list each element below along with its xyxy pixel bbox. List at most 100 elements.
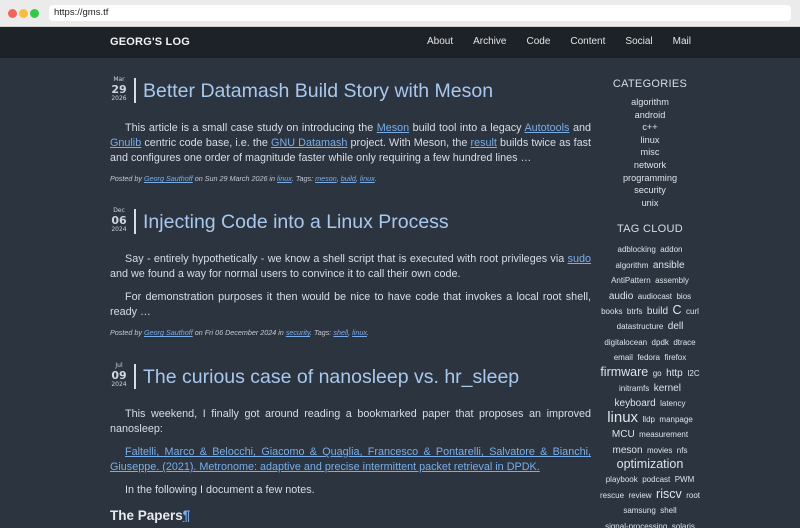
tag-cloud-link[interactable]: go: [653, 369, 662, 378]
tag-cloud-link[interactable]: linux: [607, 409, 638, 426]
tag-cloud-link[interactable]: optimization: [617, 457, 684, 471]
paragraph-text: In the following I document a few notes.: [125, 484, 315, 496]
nav-link-mail[interactable]: Mail: [673, 27, 691, 57]
tag-cloud-link[interactable]: datastructure: [617, 322, 664, 331]
author-link[interactable]: Georg Sauthoff: [144, 328, 193, 337]
tag-cloud-link[interactable]: MCU: [612, 429, 635, 440]
category-link[interactable]: unix: [600, 197, 700, 210]
nav-link-social[interactable]: Social: [625, 27, 652, 57]
category-link[interactable]: linux: [277, 174, 292, 183]
tag-cloud-link[interactable]: C: [673, 303, 682, 317]
inline-link[interactable]: Faltelli, Marco & Belocchi, Giacomo & Qu…: [110, 446, 591, 473]
tag-cloud-link[interactable]: root: [686, 491, 700, 500]
tag-link[interactable]: build: [341, 174, 356, 183]
category-link[interactable]: c++: [600, 121, 700, 134]
tag-cloud-link[interactable]: initramfs: [619, 384, 649, 393]
tag-cloud-link[interactable]: manpage: [659, 415, 692, 424]
address-bar[interactable]: https://gms.tf: [49, 5, 791, 21]
tag-cloud-link[interactable]: algorithm: [615, 261, 648, 270]
tag-cloud-link[interactable]: review: [628, 491, 651, 500]
author-link[interactable]: Georg Sauthoff: [144, 174, 193, 183]
category-link[interactable]: network: [600, 159, 700, 172]
tag-cloud-link[interactable]: build: [647, 306, 668, 317]
tag-link[interactable]: meson: [315, 174, 337, 183]
tag-link[interactable]: linux: [352, 328, 367, 337]
tag-cloud-link[interactable]: firefox: [664, 353, 686, 362]
tag-cloud-link[interactable]: shell: [660, 506, 676, 515]
post-date-day: 06: [111, 214, 127, 227]
close-window-icon[interactable]: [8, 9, 17, 18]
tag-cloud-link[interactable]: firmware: [600, 365, 648, 379]
post-summary: For demonstration purposes it then would…: [110, 290, 591, 320]
tag-cloud-link[interactable]: lldp: [643, 415, 655, 424]
inline-link[interactable]: sudo: [568, 253, 591, 265]
tag-cloud-link[interactable]: latency: [660, 399, 685, 408]
tag-cloud-link[interactable]: btrfs: [627, 307, 643, 316]
nav-link-content[interactable]: Content: [570, 27, 605, 57]
nav-link-code[interactable]: Code: [526, 27, 550, 57]
tag-cloud-link[interactable]: rescue: [600, 491, 624, 500]
tag-cloud-link[interactable]: measurement: [639, 430, 688, 439]
site-brand[interactable]: GEORG'S LOG: [110, 27, 190, 57]
paragraph-text: This weekend, I finally got around readi…: [110, 408, 591, 435]
category-link[interactable]: programming: [600, 172, 700, 185]
tag-link[interactable]: shell: [333, 328, 348, 337]
tag-cloud-link[interactable]: meson: [613, 445, 643, 456]
permalink-icon[interactable]: ¶: [183, 508, 191, 523]
tag-cloud-link[interactable]: addon: [660, 245, 682, 254]
maximize-window-icon[interactable]: [30, 9, 39, 18]
tag-cloud-link[interactable]: email: [614, 353, 633, 362]
tag-cloud-link[interactable]: curl: [686, 307, 699, 316]
inline-link[interactable]: Meson: [377, 122, 409, 134]
tag-cloud-link[interactable]: dell: [668, 321, 684, 332]
nav-link-about[interactable]: About: [427, 27, 453, 57]
paragraph-text: and: [569, 122, 591, 134]
category-link[interactable]: security: [286, 328, 310, 337]
tag-cloud-link[interactable]: podcast: [642, 475, 670, 484]
inline-link[interactable]: GNU Datamash: [271, 137, 347, 149]
tag-cloud-link[interactable]: fedora: [637, 353, 660, 362]
tag-cloud-link[interactable]: audiocast: [638, 292, 672, 301]
meta-text: Posted by: [110, 328, 144, 337]
tag-cloud-link[interactable]: signal-processing: [605, 522, 667, 528]
tag-cloud-link[interactable]: I2C: [687, 369, 699, 378]
tag-cloud-link[interactable]: PWM: [675, 475, 695, 484]
inline-link[interactable]: Autotools: [524, 122, 569, 134]
tag-cloud-link[interactable]: movies: [647, 446, 672, 455]
inline-link[interactable]: Gnulib: [110, 137, 141, 149]
tag-cloud-link[interactable]: AntiPattern: [611, 276, 651, 285]
category-link[interactable]: android: [600, 109, 700, 122]
tag-cloud-link[interactable]: playbook: [606, 475, 638, 484]
tag-cloud-link[interactable]: riscv: [656, 487, 682, 501]
category-link[interactable]: misc: [600, 146, 700, 159]
tag-cloud-link[interactable]: bios: [676, 292, 691, 301]
tag-cloud-link[interactable]: adblocking: [618, 245, 656, 254]
inline-link[interactable]: result: [470, 137, 496, 149]
tag-cloud-link[interactable]: http: [666, 368, 683, 379]
tag-cloud-link[interactable]: dtrace: [673, 338, 695, 347]
tag-cloud-link[interactable]: books: [601, 307, 622, 316]
tag-cloud-link[interactable]: ansible: [653, 260, 685, 271]
category-link[interactable]: security: [600, 184, 700, 197]
post-title[interactable]: The curious case of nanosleep vs. hr_sle…: [143, 364, 519, 390]
tag-cloud-link[interactable]: keyboard: [615, 398, 656, 409]
tag-cloud-link[interactable]: samsung: [623, 506, 655, 515]
post-title[interactable]: Injecting Code into a Linux Process: [143, 209, 449, 235]
minimize-window-icon[interactable]: [19, 9, 28, 18]
category-link[interactable]: linux: [600, 134, 700, 147]
post-list: Mar 29 2026 Better Datamash Build Story …: [110, 58, 591, 528]
tag-cloud-link[interactable]: digitalocean: [604, 338, 647, 347]
post-title[interactable]: Better Datamash Build Story with Meson: [143, 78, 493, 104]
tag-cloud: adblocking addon algorithm ansible AntiP…: [600, 241, 700, 528]
category-link[interactable]: algorithm: [600, 96, 700, 109]
tag-cloud-link[interactable]: nfs: [677, 446, 688, 455]
tag-cloud-link[interactable]: assembly: [655, 276, 689, 285]
tag-cloud-link[interactable]: kernel: [654, 383, 681, 394]
nav-link-archive[interactable]: Archive: [473, 27, 506, 57]
post-header: Jul 09 2024 The curious case of nanoslee…: [110, 362, 591, 394]
post-summary: This article is a small case study on in…: [110, 121, 591, 166]
tag-cloud-link[interactable]: dpdk: [652, 338, 669, 347]
tag-cloud-link[interactable]: solaris: [672, 522, 695, 528]
tag-link[interactable]: linux: [360, 174, 375, 183]
tag-cloud-link[interactable]: audio: [609, 291, 633, 302]
